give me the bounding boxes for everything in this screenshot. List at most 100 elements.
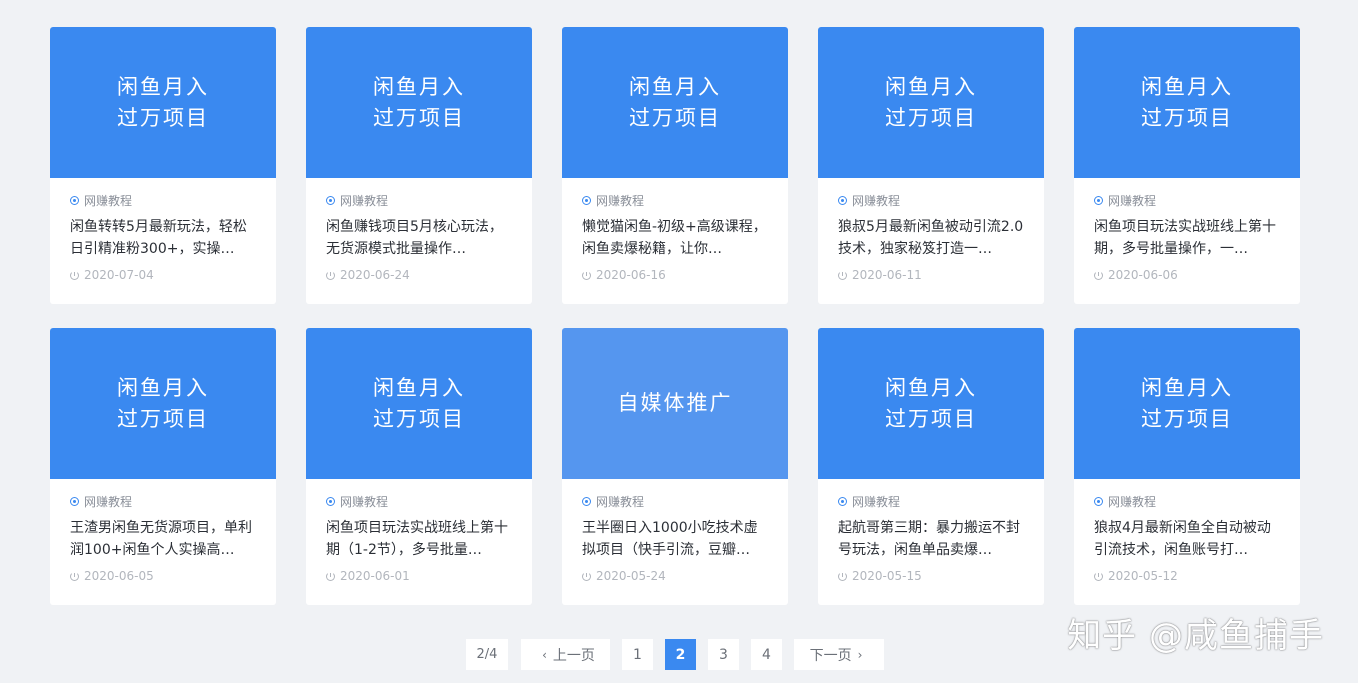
thumbnail-text: 闲鱼月入 — [373, 375, 465, 400]
category-label: 网赚教程 — [852, 193, 901, 208]
card-title[interactable]: 闲鱼项目玩法实战班线上第十期（1-2节），多号批量… — [326, 517, 512, 561]
prev-page-button[interactable]: ‹ 上一页 — [521, 639, 610, 670]
thumbnail-text: 过万项目 — [629, 105, 721, 130]
card-meta: 网赚教程闲鱼转转5月最新玩法，轻松日引精准粉300+，实操… 2020-07-04 — [50, 178, 276, 282]
card-title[interactable]: 王渣男闲鱼无货源项目，单利润100+闲鱼个人实操高… — [70, 517, 256, 561]
card-meta: 网赚教程王渣男闲鱼无货源项目，单利润100+闲鱼个人实操高… 2020-06-05 — [50, 479, 276, 583]
thumbnail-text: 闲鱼月入 — [885, 375, 977, 400]
card-meta: 网赚教程闲鱼项目玩法实战班线上第十期，多号批量操作，一… 2020-06-06 — [1074, 178, 1300, 282]
card-meta: 网赚教程 闲鱼项目玩法实战班线上第十期（1-2节），多号批量… 2020-06-01 — [306, 479, 532, 583]
category-label: 网赚教程 — [340, 494, 389, 509]
thumbnail-text: 闲鱼月入 — [885, 74, 977, 99]
card-thumbnail[interactable]: 自媒体推广 — [562, 328, 788, 479]
card-category[interactable]: 网赚教程 — [582, 493, 768, 509]
card-thumbnail[interactable]: 闲鱼月入 过万项目 — [818, 328, 1044, 479]
thumbnail-text: 闲鱼月入 — [117, 74, 209, 99]
page-button-1[interactable]: 1 — [622, 639, 653, 670]
clock-icon — [326, 571, 335, 581]
clock-icon — [1094, 270, 1103, 280]
card-title[interactable]: 闲鱼项目玩法实战班线上第十期，多号批量操作，一… — [1094, 216, 1280, 260]
thumbnail-text: 闲鱼月入 — [1141, 74, 1233, 99]
card-thumbnail[interactable]: 闲鱼月入 过万项目 — [1074, 328, 1300, 479]
article-card[interactable]: 闲鱼月入 过万项目网赚教程闲鱼转转5月最新玩法，轻松日引精准粉300+，实操… 20… — [50, 27, 276, 304]
card-thumbnail[interactable]: 闲鱼月入 过万项目 — [562, 27, 788, 178]
clock-icon — [582, 270, 591, 280]
watermark: 知乎 @咸鱼捕手 — [1067, 616, 1324, 656]
clock-icon — [70, 270, 79, 280]
thumbnail-text: 闲鱼月入 — [117, 375, 209, 400]
article-card[interactable]: 闲鱼月入 过万项目网赚教程闲鱼赚钱项目5月核心玩法，无货源模式批量操作… 2020-… — [306, 27, 532, 304]
card-title[interactable]: 狼叔4月最新闲鱼全自动被动引流技术，闲鱼账号打… — [1094, 517, 1280, 561]
card-title[interactable]: 狼叔5月最新闲鱼被动引流2.0技术，独家秘笈打造一… — [838, 216, 1024, 260]
clock-icon — [838, 571, 847, 581]
card-category[interactable]: 网赚教程 — [582, 192, 768, 208]
card-date: 2020-06-16 — [582, 268, 768, 282]
card-category[interactable]: 网赚教程 — [838, 493, 1024, 509]
article-card[interactable]: 自媒体推广网赚教程王半圈日入1000小吃技术虚拟项目（快手引流，豆瓣… 2020-… — [562, 328, 788, 605]
card-category[interactable]: 网赚教程 — [326, 493, 512, 509]
next-page-button[interactable]: 下一页 › — [794, 639, 884, 670]
card-date: 2020-06-11 — [838, 268, 1024, 282]
card-date: 2020-05-15 — [838, 569, 1024, 583]
thumbnail-text: 过万项目 — [373, 406, 465, 431]
page-button-4[interactable]: 4 — [751, 639, 782, 670]
card-date: 2020-06-06 — [1094, 268, 1280, 282]
card-thumbnail[interactable]: 闲鱼月入 过万项目 — [50, 328, 276, 479]
category-label: 网赚教程 — [596, 193, 645, 208]
card-thumbnail[interactable]: 闲鱼月入 过万项目 — [306, 328, 532, 479]
card-thumbnail[interactable]: 闲鱼月入 过万项目 — [306, 27, 532, 178]
card-meta: 网赚教程狼叔4月最新闲鱼全自动被动引流技术，闲鱼账号打… 2020-05-12 — [1074, 479, 1300, 583]
card-category[interactable]: 网赚教程 — [70, 192, 256, 208]
category-label: 网赚教程 — [852, 494, 901, 509]
thumbnail-text: 过万项目 — [885, 406, 977, 431]
card-date: 2020-07-04 — [70, 268, 256, 282]
card-meta: 网赚教程闲鱼赚钱项目5月核心玩法，无货源模式批量操作… 2020-06-24 — [306, 178, 532, 282]
category-label: 网赚教程 — [340, 193, 389, 208]
article-card[interactable]: 闲鱼月入过万项目网赚教程狼叔5月最新闲鱼被动引流2.0技术，独家秘笈打造一… 20… — [818, 27, 1044, 304]
card-date: 2020-05-24 — [582, 569, 768, 583]
card-category[interactable]: 网赚教程 — [70, 493, 256, 509]
clock-icon — [326, 270, 335, 280]
card-title[interactable]: 闲鱼转转5月最新玩法，轻松日引精准粉300+，实操… — [70, 216, 256, 260]
page-button-3[interactable]: 3 — [708, 639, 739, 670]
card-date: 2020-06-05 — [70, 569, 256, 583]
card-date: 2020-05-12 — [1094, 569, 1280, 583]
card-title[interactable]: 懒觉猫闲鱼-初级+高级课程，闲鱼卖爆秘籍，让你… — [582, 216, 768, 260]
card-meta: 网赚教程起航哥第三期：暴力搬运不封号玩法，闲鱼单品卖爆… 2020-05-15 — [818, 479, 1044, 583]
date-label: 2020-06-24 — [340, 268, 410, 282]
card-meta: 网赚教程狼叔5月最新闲鱼被动引流2.0技术，独家秘笈打造一… 2020-06-11 — [818, 178, 1044, 282]
thumbnail-text: 过万项目 — [885, 105, 977, 130]
chevron-left-icon: ‹ — [542, 647, 547, 662]
card-thumbnail[interactable]: 闲鱼月入 过万项目 — [818, 27, 1044, 178]
page-info: 2/4 — [466, 639, 508, 670]
thumbnail-text: 过万项目 — [373, 105, 465, 130]
card-category[interactable]: 网赚教程 — [1094, 493, 1280, 509]
thumbnail-text: 过万项目 — [1141, 406, 1233, 431]
article-card[interactable]: 闲鱼月入过万项目网赚教程狼叔4月最新闲鱼全自动被动引流技术，闲鱼账号打… 2020… — [1074, 328, 1300, 605]
article-card[interactable]: 闲鱼月入过万项目网赚教程懒觉猫闲鱼-初级+高级课程，闲鱼卖爆秘籍，让你… 2020… — [562, 27, 788, 304]
card-category[interactable]: 网赚教程 — [326, 192, 512, 208]
article-card[interactable]: 闲鱼月入过万项目网赚教程起航哥第三期：暴力搬运不封号玩法，闲鱼单品卖爆… 2020… — [818, 328, 1044, 605]
article-card[interactable]: 闲鱼月入 过万项目网赚教程闲鱼项目玩法实战班线上第十期，多号批量操作，一… 2020… — [1074, 27, 1300, 304]
date-label: 2020-06-16 — [596, 268, 666, 282]
card-category[interactable]: 网赚教程 — [838, 192, 1024, 208]
thumbnail-text: 闲鱼月入 — [1141, 375, 1233, 400]
article-card[interactable]: 闲鱼月入 过万项目 网赚教程 闲鱼项目玩法实战班线上第十期（1-2节），多号批量… 20… — [306, 328, 532, 605]
page-button-2-current[interactable]: 2 — [665, 639, 696, 670]
thumbnail-text: 过万项目 — [117, 406, 209, 431]
card-title[interactable]: 起航哥第三期：暴力搬运不封号玩法，闲鱼单品卖爆… — [838, 517, 1024, 561]
article-card[interactable]: 闲鱼月入过万项目网赚教程王渣男闲鱼无货源项目，单利润100+闲鱼个人实操高… 20… — [50, 328, 276, 605]
thumbnail-text: 闲鱼月入 — [629, 74, 721, 99]
card-title[interactable]: 闲鱼赚钱项目5月核心玩法，无货源模式批量操作… — [326, 216, 512, 260]
clock-icon — [838, 270, 847, 280]
card-category[interactable]: 网赚教程 — [1094, 192, 1280, 208]
card-thumbnail[interactable]: 闲鱼月入 过万项目 — [50, 27, 276, 178]
clock-icon — [70, 571, 79, 581]
date-label: 2020-06-06 — [1108, 268, 1178, 282]
category-label: 网赚教程 — [84, 193, 133, 208]
date-label: 2020-06-11 — [852, 268, 922, 282]
prev-page-label: 上一页 — [552, 647, 595, 664]
card-title[interactable]: 王半圈日入1000小吃技术虚拟项目（快手引流，豆瓣… — [582, 517, 768, 561]
card-thumbnail[interactable]: 闲鱼月入 过万项目 — [1074, 27, 1300, 178]
card-meta: 网赚教程懒觉猫闲鱼-初级+高级课程，闲鱼卖爆秘籍，让你… 2020-06-16 — [562, 178, 788, 282]
